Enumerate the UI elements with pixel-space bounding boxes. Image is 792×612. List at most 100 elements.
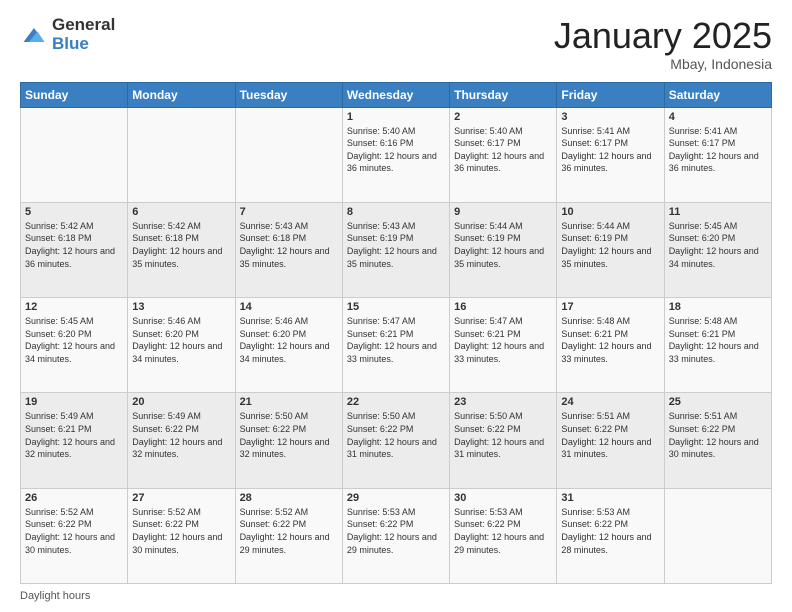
day-number: 18	[669, 301, 767, 313]
logo-blue-text: Blue	[52, 35, 115, 54]
day-info: Sunrise: 5:41 AMSunset: 6:17 PMDaylight:…	[561, 125, 659, 175]
footer: Daylight hours	[20, 590, 772, 602]
day-info: Sunrise: 5:45 AMSunset: 6:20 PMDaylight:…	[669, 220, 767, 270]
calendar-cell: 12 Sunrise: 5:45 AMSunset: 6:20 PMDayligh…	[21, 298, 128, 393]
logo: General Blue	[20, 16, 115, 53]
day-number: 4	[669, 111, 767, 123]
calendar-cell: 13 Sunrise: 5:46 AMSunset: 6:20 PMDayligh…	[128, 298, 235, 393]
week-row-4: 26Sunrise: 5:52 AMSunset: 6:22 PMDayligh…	[21, 488, 772, 583]
month-title: January 2025	[554, 16, 772, 56]
logo-general-text: General	[52, 16, 115, 35]
calendar-cell	[235, 107, 342, 202]
calendar-cell: 10 Sunrise: 5:44 AMSunset: 6:19 PMDayligh…	[557, 202, 664, 297]
page: General Blue January 2025 Mbay, Indonesi…	[0, 0, 792, 612]
day-info: Sunrise: 5:42 AMSunset: 6:18 PMDaylight:…	[25, 220, 123, 270]
calendar-cell: 16Sunrise: 5:47 AMSunset: 6:21 PMDayligh…	[450, 298, 557, 393]
day-info: Sunrise: 5:43 AMSunset: 6:19 PMDaylight:…	[347, 220, 445, 270]
col-header-thursday: Thursday	[450, 82, 557, 107]
day-info: Sunrise: 5:43 AMSunset: 6:18 PMDaylight:…	[240, 220, 338, 270]
day-number: 30	[454, 492, 552, 504]
day-number: 23	[454, 396, 552, 408]
day-number: 13	[132, 301, 230, 313]
calendar-cell	[664, 488, 771, 583]
day-info: Sunrise: 5:50 AMSunset: 6:22 PMDaylight:…	[240, 410, 338, 460]
calendar-cell: 23 Sunrise: 5:50 AMSunset: 6:22 PMDayligh…	[450, 393, 557, 488]
calendar-cell: 15Sunrise: 5:47 AMSunset: 6:21 PMDayligh…	[342, 298, 449, 393]
week-row-1: 5 Sunrise: 5:42 AMSunset: 6:18 PMDaylight…	[21, 202, 772, 297]
day-info: Sunrise: 5:53 AMSunset: 6:22 PMDaylight:…	[454, 506, 552, 556]
daylight-label: Daylight hours	[20, 590, 90, 602]
day-info: Sunrise: 5:46 AMSunset: 6:20 PMDaylight:…	[240, 315, 338, 365]
calendar-cell: 17 Sunrise: 5:48 AMSunset: 6:21 PMDayligh…	[557, 298, 664, 393]
calendar-cell: 11 Sunrise: 5:45 AMSunset: 6:20 PMDayligh…	[664, 202, 771, 297]
col-header-monday: Monday	[128, 82, 235, 107]
location: Mbay, Indonesia	[554, 56, 772, 72]
day-number: 22	[347, 396, 445, 408]
day-number: 3	[561, 111, 659, 123]
day-info: Sunrise: 5:45 AMSunset: 6:20 PMDaylight:…	[25, 315, 123, 365]
calendar-cell: 28Sunrise: 5:52 AMSunset: 6:22 PMDayligh…	[235, 488, 342, 583]
day-number: 19	[25, 396, 123, 408]
calendar-cell: 18 Sunrise: 5:48 AMSunset: 6:21 PMDayligh…	[664, 298, 771, 393]
calendar-cell: 27 Sunrise: 5:52 AMSunset: 6:22 PMDayligh…	[128, 488, 235, 583]
day-number: 17	[561, 301, 659, 313]
calendar-cell: 8Sunrise: 5:43 AMSunset: 6:19 PMDaylight…	[342, 202, 449, 297]
day-number: 11	[669, 206, 767, 218]
day-info: Sunrise: 5:48 AMSunset: 6:21 PMDaylight:…	[669, 315, 767, 365]
calendar-cell: 31Sunrise: 5:53 AMSunset: 6:22 PMDayligh…	[557, 488, 664, 583]
calendar-cell: 4 Sunrise: 5:41 AMSunset: 6:17 PMDaylight…	[664, 107, 771, 202]
day-info: Sunrise: 5:51 AMSunset: 6:22 PMDaylight:…	[669, 410, 767, 460]
calendar-cell: 6Sunrise: 5:42 AMSunset: 6:18 PMDaylight…	[128, 202, 235, 297]
col-header-tuesday: Tuesday	[235, 82, 342, 107]
day-number: 9	[454, 206, 552, 218]
day-info: Sunrise: 5:49 AMSunset: 6:22 PMDaylight:…	[132, 410, 230, 460]
col-header-sunday: Sunday	[21, 82, 128, 107]
day-number: 2	[454, 111, 552, 123]
day-info: Sunrise: 5:46 AMSunset: 6:20 PMDaylight:…	[132, 315, 230, 365]
day-info: Sunrise: 5:47 AMSunset: 6:21 PMDaylight:…	[454, 315, 552, 365]
title-section: January 2025 Mbay, Indonesia	[554, 16, 772, 72]
day-number: 6	[132, 206, 230, 218]
day-number: 5	[25, 206, 123, 218]
day-info: Sunrise: 5:53 AMSunset: 6:22 PMDaylight:…	[561, 506, 659, 556]
day-info: Sunrise: 5:44 AMSunset: 6:19 PMDaylight:…	[561, 220, 659, 270]
calendar-cell: 20Sunrise: 5:49 AMSunset: 6:22 PMDayligh…	[128, 393, 235, 488]
day-number: 27	[132, 492, 230, 504]
day-number: 10	[561, 206, 659, 218]
day-number: 15	[347, 301, 445, 313]
calendar-table: SundayMondayTuesdayWednesdayThursdayFrid…	[20, 82, 772, 584]
calendar-cell: 3 Sunrise: 5:41 AMSunset: 6:17 PMDaylight…	[557, 107, 664, 202]
calendar-cell: 14Sunrise: 5:46 AMSunset: 6:20 PMDayligh…	[235, 298, 342, 393]
calendar-cell: 29Sunrise: 5:53 AMSunset: 6:22 PMDayligh…	[342, 488, 449, 583]
day-info: Sunrise: 5:52 AMSunset: 6:22 PMDaylight:…	[132, 506, 230, 556]
day-number: 29	[347, 492, 445, 504]
logo-icon	[20, 21, 48, 49]
day-info: Sunrise: 5:50 AMSunset: 6:22 PMDaylight:…	[454, 410, 552, 460]
calendar-cell: 25Sunrise: 5:51 AMSunset: 6:22 PMDayligh…	[664, 393, 771, 488]
calendar-header: SundayMondayTuesdayWednesdayThursdayFrid…	[21, 82, 772, 107]
header-row: SundayMondayTuesdayWednesdayThursdayFrid…	[21, 82, 772, 107]
calendar-cell: 5 Sunrise: 5:42 AMSunset: 6:18 PMDaylight…	[21, 202, 128, 297]
calendar-cell	[128, 107, 235, 202]
calendar-cell	[21, 107, 128, 202]
logo-text: General Blue	[52, 16, 115, 53]
week-row-0: 1Sunrise: 5:40 AMSunset: 6:16 PMDaylight…	[21, 107, 772, 202]
calendar-cell: 7Sunrise: 5:43 AMSunset: 6:18 PMDaylight…	[235, 202, 342, 297]
day-info: Sunrise: 5:40 AMSunset: 6:17 PMDaylight:…	[454, 125, 552, 175]
calendar-cell: 26Sunrise: 5:52 AMSunset: 6:22 PMDayligh…	[21, 488, 128, 583]
day-info: Sunrise: 5:48 AMSunset: 6:21 PMDaylight:…	[561, 315, 659, 365]
day-info: Sunrise: 5:40 AMSunset: 6:16 PMDaylight:…	[347, 125, 445, 175]
day-number: 12	[25, 301, 123, 313]
calendar-cell: 21Sunrise: 5:50 AMSunset: 6:22 PMDayligh…	[235, 393, 342, 488]
day-info: Sunrise: 5:41 AMSunset: 6:17 PMDaylight:…	[669, 125, 767, 175]
calendar-cell: 19Sunrise: 5:49 AMSunset: 6:21 PMDayligh…	[21, 393, 128, 488]
calendar-body: 1Sunrise: 5:40 AMSunset: 6:16 PMDaylight…	[21, 107, 772, 583]
day-info: Sunrise: 5:50 AMSunset: 6:22 PMDaylight:…	[347, 410, 445, 460]
col-header-wednesday: Wednesday	[342, 82, 449, 107]
day-info: Sunrise: 5:51 AMSunset: 6:22 PMDaylight:…	[561, 410, 659, 460]
day-info: Sunrise: 5:44 AMSunset: 6:19 PMDaylight:…	[454, 220, 552, 270]
calendar-cell: 2 Sunrise: 5:40 AMSunset: 6:17 PMDaylight…	[450, 107, 557, 202]
week-row-2: 12 Sunrise: 5:45 AMSunset: 6:20 PMDayligh…	[21, 298, 772, 393]
day-number: 28	[240, 492, 338, 504]
day-info: Sunrise: 5:52 AMSunset: 6:22 PMDaylight:…	[25, 506, 123, 556]
